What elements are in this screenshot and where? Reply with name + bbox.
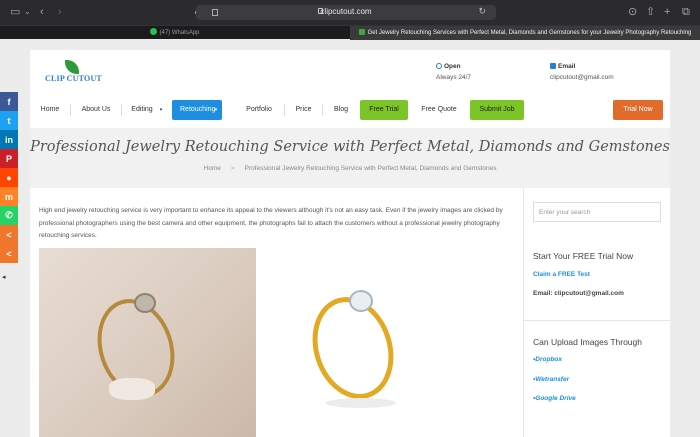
sidebar-email: Email: clipcutout@gmail.com [533,290,624,297]
mail-icon [550,63,556,69]
browser-toolbar: ▭ ⌄ ‹ › ◐ clipcutout.com ↻ ⊙ ⇧ + ⧉ [0,0,700,25]
facebook-icon[interactable]: f [0,92,18,111]
back-icon[interactable]: ‹ [40,6,44,18]
breadcrumb-home[interactable]: Home [204,165,221,172]
sidebar-divider [523,188,524,437]
leaf-icon [65,60,79,74]
pinterest-icon[interactable]: P [0,149,18,168]
jewelry-before-after-image [39,248,471,437]
breadcrumb-separator-icon: > [230,165,235,172]
tab-label: Get Jewelry Retouching Services with Per… [367,30,692,36]
upload-heading: Can Upload Images Through [533,337,642,347]
upload-google-drive[interactable]: •Google Drive [533,395,576,402]
open-title: Open [444,63,461,70]
breadcrumb: Home > Professional Jewelry Retouching Ser… [30,165,670,172]
chevron-down-icon[interactable]: ▾ [157,100,165,120]
nav-free-trial[interactable]: Free Trial [360,100,408,120]
tab-label: (47) WhatsApp [159,30,200,36]
intro-paragraph: High end jewelry retouching service is v… [39,207,503,239]
logo[interactable]: CLIP CUTOUT [45,58,102,88]
nav-divider [70,104,71,116]
share-icon[interactable]: < [0,225,18,244]
tab-clipcutout[interactable]: Get Jewelry Retouching Services with Per… [350,26,700,40]
reload-icon[interactable]: ↻ [478,6,486,17]
nav-about[interactable]: About Us [76,100,116,120]
nav-submit-job[interactable]: Submit Job [470,100,524,120]
nav-divider [121,104,122,116]
chevron-down-icon[interactable]: ⌄ [24,6,31,18]
open-value: Always 24/7 [436,74,472,81]
tab-overview-icon[interactable]: ⧉ [682,6,690,18]
forward-icon[interactable]: › [58,6,62,18]
tab-whatsapp[interactable]: (47) WhatsApp [0,26,350,40]
favicon-icon [358,29,365,35]
sidebar-toggle-icon[interactable]: ▭ [10,6,20,18]
logo-text: CLIP CUTOUT [45,74,102,83]
address-bar[interactable]: clipcutout.com ↻ [196,5,496,20]
nav-editing[interactable]: Editing [127,100,157,120]
ring-before-image [39,248,256,437]
collapse-share-icon[interactable]: ◂ [2,273,6,281]
page-container: CLIP CUTOUT Open Always 24/7 Email clipc… [30,50,670,437]
upload-dropbox[interactable]: •Dropbox [533,356,562,363]
email-title: Email [558,63,576,70]
chevron-down-icon[interactable]: ▾ [212,100,220,120]
nav-home[interactable]: Home [34,100,66,120]
main-nav: Home About Us Editing ▾ Retouching ▾ Por… [30,100,670,122]
trial-now-button[interactable]: Trial Now [613,100,663,120]
whatsapp-icon [150,28,158,35]
share-icon[interactable]: ⇧ [646,6,655,18]
upload-wetransfer[interactable]: •Wetransfer [533,376,569,383]
header-email: Email clipcutout@gmail.com [550,63,614,81]
mix-icon[interactable]: m [0,187,18,206]
whatsapp-icon[interactable]: ✆ [0,206,18,225]
reddit-icon[interactable]: ● [0,168,18,187]
sidebar-separator [524,320,670,321]
nav-price[interactable]: Price [290,100,317,120]
new-tab-icon[interactable]: + [664,6,670,18]
tab-bar: (47) WhatsApp Get Jewelry Retouching Ser… [0,25,700,40]
nav-divider [322,104,323,116]
linkedin-icon[interactable]: in [0,130,18,149]
trial-heading: Start Your FREE Trial Now [533,251,634,261]
nav-blog[interactable]: Blog [328,100,354,120]
nav-free-quote[interactable]: Free Quote [414,100,464,120]
nav-portfolio[interactable]: Portfolio [239,100,279,120]
open-hours: Open Always 24/7 [436,63,471,81]
clock-icon [436,63,442,69]
claim-free-test-link[interactable]: Claim a FREE Test [533,271,590,278]
page-title: Professional Jewelry Retouching Service … [30,139,670,155]
address-url: clipcutout.com [320,7,372,16]
share-more-icon[interactable]: < [0,244,18,263]
page-banner: Professional Jewelry Retouching Service … [30,128,670,188]
nav-divider [284,104,285,116]
email-value[interactable]: clipcutout@gmail.com [550,74,614,81]
breadcrumb-current: Professional Jewelry Retouching Service … [244,165,497,172]
ring-after-image [256,248,471,437]
twitter-icon[interactable]: t [0,111,18,130]
download-icon[interactable]: ⊙ [628,6,637,18]
search-input[interactable]: Enter your search [533,202,661,222]
